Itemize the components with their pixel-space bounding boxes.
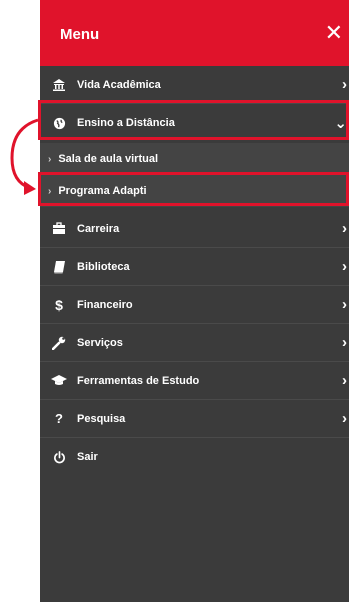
menu-item-label: Vida Acadêmica	[77, 78, 161, 91]
briefcase-icon	[51, 221, 67, 237]
menu-item-label: Financeiro	[77, 298, 133, 311]
chevron-right-icon: ›	[342, 372, 347, 389]
chevron-right-icon: ›	[342, 220, 347, 237]
wrench-icon	[51, 335, 67, 351]
menu-item-ensino-a-distancia[interactable]: Ensino a Distância ⌄	[40, 104, 349, 142]
submenu-item-programa-adapti[interactable]: › Programa Adapti	[40, 175, 349, 207]
menu-item-carreira[interactable]: Carreira ›	[40, 210, 349, 248]
chevron-right-icon: ›	[342, 334, 347, 351]
menu-item-pesquisa[interactable]: ? Pesquisa ›	[40, 400, 349, 438]
dollar-icon: $	[55, 296, 63, 313]
question-icon: ?	[55, 411, 63, 426]
chevron-right-icon: ›	[342, 296, 347, 313]
menu-item-label: Pesquisa	[77, 412, 126, 425]
submenu-item-label: Sala de aula virtual	[58, 153, 158, 165]
side-menu: Menu ✕ Vida Acadêmica › Ensino a Distânc…	[40, 0, 349, 602]
menu-item-label: Ensino a Distância	[77, 117, 175, 129]
submenu-item-sala-de-aula-virtual[interactable]: › Sala de aula virtual	[40, 143, 349, 175]
menu-item-ferramentas-de-estudo[interactable]: Ferramentas de Estudo ›	[40, 362, 349, 400]
chevron-right-icon: ›	[342, 410, 347, 427]
graduation-cap-icon	[51, 373, 67, 389]
chevron-down-icon: ⌄	[334, 115, 347, 132]
menu-item-biblioteca[interactable]: Biblioteca ›	[40, 248, 349, 286]
curved-arrow-icon	[10, 118, 39, 195]
close-icon[interactable]: ✕	[325, 22, 343, 44]
submenu-item-label: Programa Adapti	[58, 185, 147, 197]
menu-item-label: Sair	[77, 451, 98, 463]
menu-item-label: Carreira	[77, 222, 120, 235]
menu-item-servicos[interactable]: Serviços ›	[40, 324, 349, 362]
chevron-right-icon: ›	[342, 258, 347, 275]
menu-item-vida-academica[interactable]: Vida Acadêmica ›	[40, 66, 349, 104]
menu-item-label: Serviços	[77, 336, 123, 349]
menu-item-sair[interactable]: Sair	[40, 438, 349, 476]
menu-item-label: Ferramentas de Estudo	[77, 374, 200, 387]
book-icon	[51, 259, 67, 275]
chevron-right-icon: ›	[342, 76, 347, 93]
menu-item-label: Biblioteca	[77, 260, 130, 273]
menu-title: Menu	[60, 26, 100, 43]
power-icon	[51, 449, 67, 465]
menu-item-financeiro[interactable]: $ Financeiro ›	[40, 286, 349, 324]
menu-header: Menu ✕	[40, 0, 349, 66]
